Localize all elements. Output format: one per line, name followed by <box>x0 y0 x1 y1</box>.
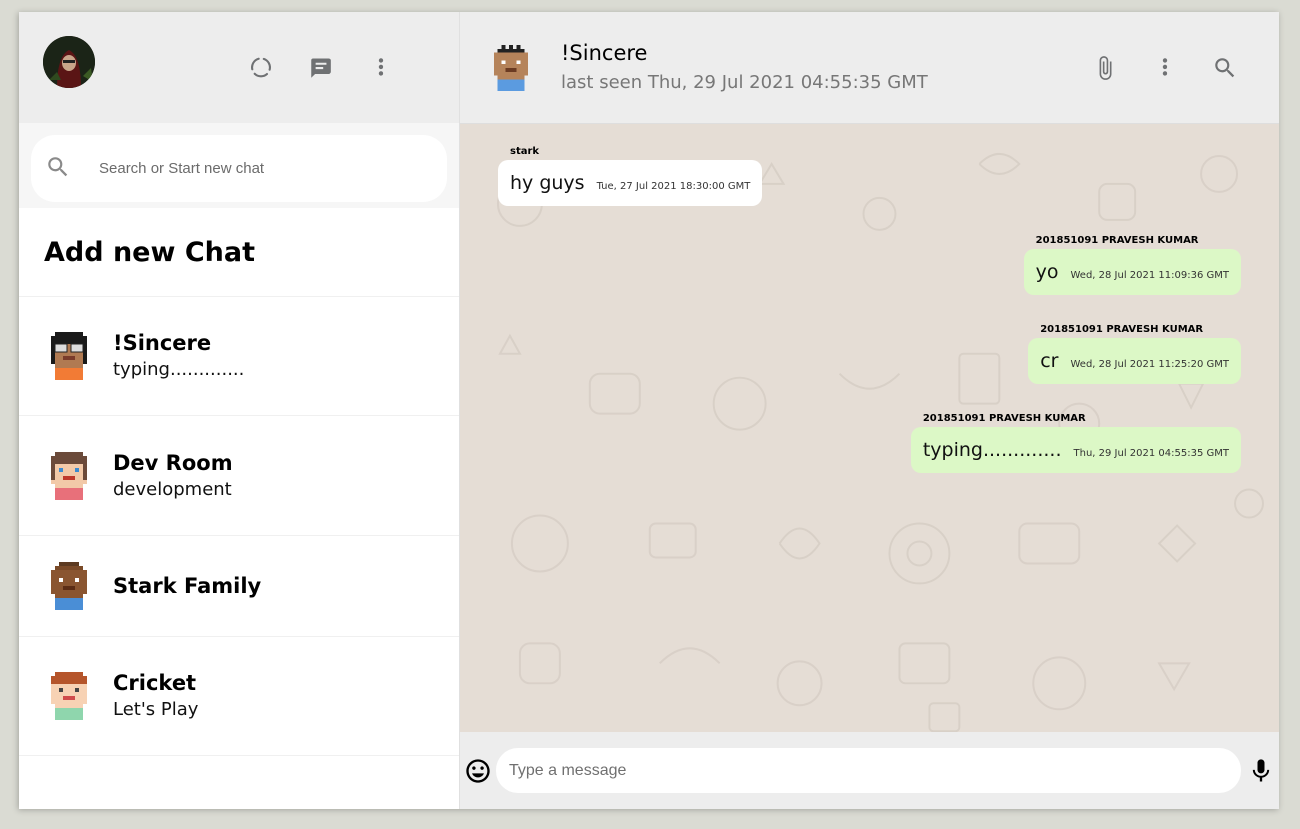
message-incoming: stark hy guys Tue, 27 Jul 2021 18:30:00 … <box>498 146 763 206</box>
message-timestamp: Thu, 29 Jul 2021 04:55:35 GMT <box>1073 448 1230 459</box>
message-outgoing: 201851091 PRAVESH KUMAR cr Wed, 28 Jul 2… <box>1028 324 1241 384</box>
message-bubble[interactable]: typing............. Thu, 29 Jul 2021 04:… <box>910 427 1241 473</box>
chat-name: !Sincere <box>113 331 212 355</box>
contact-name: !Sincere <box>561 40 648 65</box>
message-bubble[interactable]: hy guys Tue, 27 Jul 2021 18:30:00 GMT <box>498 160 763 206</box>
search-input[interactable] <box>99 160 399 177</box>
paperclip-icon[interactable] <box>1089 52 1121 84</box>
message-sender: stark <box>510 146 540 157</box>
message-timestamp: Wed, 28 Jul 2021 11:09:36 GMT <box>1070 270 1229 281</box>
message-text: hy guys <box>510 172 585 194</box>
chat-item-cricket[interactable]: Cricket Let's Play <box>19 637 459 756</box>
chat-avatar <box>51 562 87 610</box>
chat-header: !Sincere last seen Thu, 29 Jul 2021 04:5… <box>460 12 1279 124</box>
contact-avatar[interactable] <box>490 44 532 92</box>
chat-name: Stark Family <box>113 574 262 598</box>
chat-name: Cricket <box>113 671 197 695</box>
more-vert-icon[interactable] <box>1149 52 1181 84</box>
add-new-chat-button[interactable]: Add new Chat <box>19 208 459 297</box>
new-chat-icon[interactable] <box>305 52 337 84</box>
user-avatar[interactable] <box>43 36 95 88</box>
message-composer <box>460 732 1279 809</box>
chat-avatar <box>51 451 87 500</box>
add-new-chat-label: Add new Chat <box>44 236 255 268</box>
message-sender: 201851091 PRAVESH KUMAR <box>922 413 1086 424</box>
chat-item-sincere[interactable]: !Sincere typing............. <box>19 297 459 416</box>
message-text: cr <box>1040 350 1059 372</box>
more-vert-icon[interactable] <box>365 52 397 84</box>
message-bubble[interactable]: cr Wed, 28 Jul 2021 11:25:20 GMT <box>1028 338 1241 384</box>
message-text: yo <box>1035 261 1059 283</box>
search-box <box>31 135 447 202</box>
chat-last-message: development <box>113 478 232 500</box>
message-outgoing: 201851091 PRAVESH KUMAR yo Wed, 28 Jul 2… <box>1023 235 1241 295</box>
chat-name: Dev Room <box>113 450 233 475</box>
chat-avatar <box>51 672 87 720</box>
message-outgoing: 201851091 PRAVESH KUMAR typing..........… <box>910 413 1241 473</box>
sidebar-header <box>19 12 459 123</box>
message-bubble[interactable]: yo Wed, 28 Jul 2021 11:09:36 GMT <box>1023 249 1241 295</box>
search-area <box>19 123 459 208</box>
message-timestamp: Tue, 27 Jul 2021 18:30:00 GMT <box>596 181 751 192</box>
search-icon <box>45 154 71 184</box>
chat-last-message: Let's Play <box>113 699 199 720</box>
search-icon[interactable] <box>1209 52 1241 84</box>
status-icon[interactable] <box>245 52 277 84</box>
chat-avatar <box>51 332 87 380</box>
message-sender: 201851091 PRAVESH KUMAR <box>1035 235 1199 246</box>
mic-icon[interactable] <box>1245 755 1277 787</box>
app-window: Add new Chat !Sincere typing............… <box>19 12 1279 809</box>
chat-item-dev-room[interactable]: Dev Room development <box>19 416 459 536</box>
message-sender: 201851091 PRAVESH KUMAR <box>1040 324 1204 335</box>
message-input[interactable] <box>496 748 1241 793</box>
chat-panel: !Sincere last seen Thu, 29 Jul 2021 04:5… <box>460 12 1279 809</box>
message-timestamp: Wed, 28 Jul 2021 11:25:20 GMT <box>1070 359 1229 370</box>
chat-last-message: typing............. <box>113 359 245 380</box>
sidebar: Add new Chat !Sincere typing............… <box>19 12 460 809</box>
last-seen-status: last seen Thu, 29 Jul 2021 04:55:35 GMT <box>561 71 928 93</box>
emoji-icon[interactable] <box>462 755 494 787</box>
chat-item-stark-family[interactable]: Stark Family <box>19 536 459 637</box>
chat-messages-area: stark hy guys Tue, 27 Jul 2021 18:30:00 … <box>460 124 1279 732</box>
message-text: typing............. <box>922 439 1062 461</box>
